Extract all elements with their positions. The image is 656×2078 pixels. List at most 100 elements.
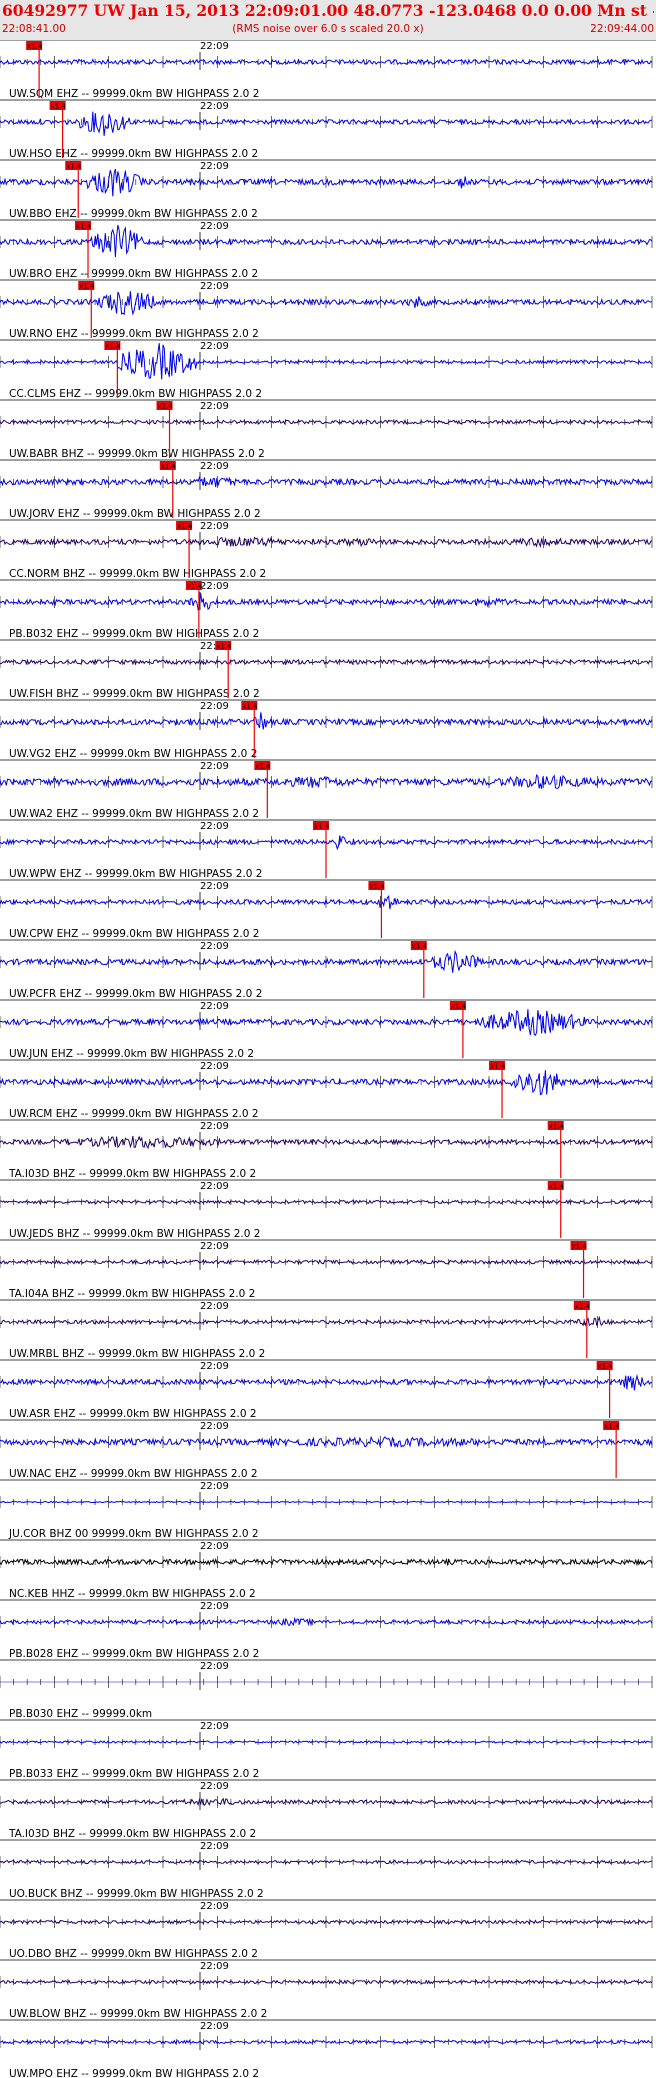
channel-label: CC.NORM BHZ -- 99999.0km BW HIGHPASS 2.0…: [9, 568, 266, 580]
minute-marker-label: 22:09: [200, 941, 229, 952]
pick-label: x1.4: [604, 1423, 620, 1431]
minute-marker-label: 22:09: [200, 1901, 229, 1912]
channel-label: UW.RCM EHZ -- 99999.0km BW HIGHPASS 2.0 …: [9, 1108, 259, 1120]
pick-label: x1.4: [369, 883, 385, 891]
pick-label: x1.4: [79, 283, 95, 291]
pick-label: x1.4: [572, 1243, 588, 1251]
pick-label: x1.4: [177, 523, 193, 531]
channel-label: TA.I04A BHZ -- 99999.0km BW HIGHPASS 2.0…: [8, 1288, 255, 1300]
minute-marker-label: 22:09: [200, 1961, 229, 1972]
minute-marker-label: 22:09: [200, 701, 229, 712]
channel-label: UW.CPW EHZ -- 99999.0km BW HIGHPASS 2.0 …: [9, 928, 259, 940]
minute-marker-label: 22:09: [200, 1721, 229, 1732]
minute-marker-label: 22:09: [200, 161, 229, 172]
channel-label: UW.MRBL BHZ -- 99999.0km BW HIGHPASS 2.0…: [9, 1348, 265, 1360]
channel-label: PB.B032 EHZ -- 99999.0km BW HIGHPASS 2.0…: [9, 628, 259, 640]
waveform-trace: [0, 949, 653, 973]
channel-label: UO.DBO BHZ -- 99999.0km BW HIGHPASS 2.0 …: [9, 1948, 258, 1960]
pick-label: x1.4: [575, 1303, 591, 1311]
pick-label: x1.4: [51, 103, 67, 111]
minute-marker-label: 22:09: [200, 401, 229, 412]
minute-marker-label: 22:09: [200, 1061, 229, 1072]
channel-label: TA.I03D BHZ -- 99999.0km BW HIGHPASS 2.0…: [8, 1828, 256, 1840]
waveform-trace: [0, 343, 653, 380]
pick-label: x1.4: [66, 163, 82, 171]
minute-marker-label: 22:09: [200, 1361, 229, 1372]
channel-label: UW.BABR BHZ -- 99999.0km BW HIGHPASS 2.0…: [9, 448, 265, 460]
pick-label: x1.4: [158, 403, 174, 411]
minute-marker-label: 22:09: [200, 1841, 229, 1852]
channel-label: UW.WPW EHZ -- 99999.0km BW HIGHPASS 2.0 …: [9, 868, 262, 880]
minute-marker-label: 22:09: [200, 761, 229, 772]
pick-label: x1.4: [314, 823, 330, 831]
minute-marker-label: 22:09: [200, 281, 229, 292]
pick-label: x1.4: [598, 1363, 614, 1371]
end-time-label: 22:09:44.00: [590, 23, 654, 35]
pick-label: x1.4: [549, 1123, 565, 1131]
minute-marker-label: 22:09: [200, 1301, 229, 1312]
minute-marker-label: 22:09: [200, 1781, 229, 1792]
minute-marker-label: 22:09: [200, 1001, 229, 1012]
channel-label: UW.JORV EHZ -- 99999.0km BW HIGHPASS 2.0…: [9, 508, 261, 520]
seismogram-plot: 22:09 UW.SQM EHZ -- 99999.0km BW HIGHPASS…: [0, 40, 656, 2078]
channel-label: PB.B030 EHZ -- 99999.0km: [9, 1708, 152, 1720]
channel-label: NC.KEB HHZ -- 99999.0km BW HIGHPASS 2.0 …: [9, 1588, 256, 1600]
pick-label: x1.4: [27, 43, 43, 51]
pick-label: x1.4: [105, 343, 121, 351]
pick-label: x1.4: [549, 1183, 565, 1191]
channel-label: TA.I03D BHZ -- 99999.0km BW HIGHPASS 2.0…: [8, 1168, 256, 1180]
channel-label: UW.MPO EHZ -- 99999.0km BW HIGHPASS 2.0 …: [9, 2068, 259, 2078]
channel-label: UW.HSO EHZ -- 99999.0km BW HIGHPASS 2.0 …: [9, 148, 258, 160]
channel-label: UW.ASR EHZ -- 99999.0km BW HIGHPASS 2.0 …: [9, 1408, 257, 1420]
minute-marker-label: 22:09: [200, 2021, 229, 2032]
pick-label: x1.4: [76, 223, 92, 231]
minute-marker-label: 22:09: [200, 221, 229, 232]
pick-label: x1.4: [255, 763, 271, 771]
minute-marker-label: 22:09: [200, 521, 229, 532]
minute-marker-label: 22:09: [200, 341, 229, 352]
minute-marker-label: 22:09: [200, 461, 229, 472]
minute-marker-label: 22:09: [200, 1601, 229, 1612]
channel-label: UW.WA2 EHZ -- 99999.0km BW HIGHPASS 2.0 …: [9, 808, 259, 820]
channel-label: PB.B028 EHZ -- 99999.0km BW HIGHPASS 2.0…: [9, 1648, 259, 1660]
plot-header: 60492977 UW Jan 15, 2013 22:09:01.00 48.…: [0, 0, 656, 40]
minute-marker-label: 22:09: [200, 1541, 229, 1552]
minute-marker-label: 22:09: [200, 101, 229, 112]
channel-label: JU.COR BHZ 00 99999.0km BW HIGHPASS 2.0 …: [8, 1528, 259, 1540]
channel-label: UW.SQM EHZ -- 99999.0km BW HIGHPASS 2.0 …: [9, 88, 259, 100]
channel-label: UW.RNO EHZ -- 99999.0km BW HIGHPASS 2.0 …: [9, 328, 259, 340]
channel-label: CC.CLMS EHZ -- 99999.0km BW HIGHPASS 2.0…: [9, 388, 262, 400]
channel-label: PB.B033 EHZ -- 99999.0km BW HIGHPASS 2.0…: [9, 1768, 259, 1780]
minute-marker-label: 22:09: [200, 1481, 229, 1492]
minute-marker-label: 22:09: [200, 1181, 229, 1192]
pick-label: x1.4: [216, 643, 232, 651]
minute-marker-label: 22:09: [200, 581, 229, 592]
minute-marker-label: 22:09: [200, 41, 229, 52]
channel-label: UW.BLOW BHZ -- 99999.0km BW HIGHPASS 2.0…: [9, 2008, 267, 2020]
minute-marker-label: 22:09: [200, 1421, 229, 1432]
waveform-trace: [0, 168, 653, 197]
minute-marker-label: 22:09: [200, 1661, 229, 1672]
channel-label: UW.JEDS BHZ -- 99999.0km BW HIGHPASS 2.0…: [9, 1228, 260, 1240]
channel-label: UW.VG2 EHZ -- 99999.0km BW HIGHPASS 2.0 …: [9, 748, 257, 760]
minute-marker-label: 22:09: [200, 881, 229, 892]
channel-label: UW.BRO EHZ -- 99999.0km BW HIGHPASS 2.0 …: [9, 268, 258, 280]
channel-label: UW.PCFR EHZ -- 99999.0km BW HIGHPASS 2.0…: [9, 988, 262, 1000]
pick-label: x1.4: [161, 463, 177, 471]
channel-label: UW.JUN EHZ -- 99999.0km BW HIGHPASS 2.0 …: [9, 1048, 254, 1060]
minute-marker-label: 22:09: [200, 821, 229, 832]
minute-marker-label: 22:09: [200, 1241, 229, 1252]
channel-label: UO.BUCK BHZ -- 99999.0km BW HIGHPASS 2.0…: [9, 1888, 264, 1900]
pick-label: x1.4: [412, 943, 428, 951]
waveform-trace: [0, 1009, 653, 1037]
channel-label: UW.FISH BHZ -- 99999.0km BW HIGHPASS 2.0…: [9, 688, 260, 700]
event-title: 60492977 UW Jan 15, 2013 22:09:01.00 48.…: [2, 1, 654, 20]
pick-label: x1.4: [490, 1063, 506, 1071]
channel-label: UW.BBO EHZ -- 99999.0km BW HIGHPASS 2.0 …: [9, 208, 258, 220]
channel-label: UW.NAC EHZ -- 99999.0km BW HIGHPASS 2.0 …: [9, 1468, 258, 1480]
pick-label: x1.4: [242, 703, 258, 711]
rms-note: (RMS noise over 6.0 s scaled 20.0 x): [232, 23, 424, 35]
minute-marker-label: 22:09: [200, 1121, 229, 1132]
pick-label: x1.4: [187, 583, 203, 591]
pick-label: x1.4: [451, 1003, 467, 1011]
